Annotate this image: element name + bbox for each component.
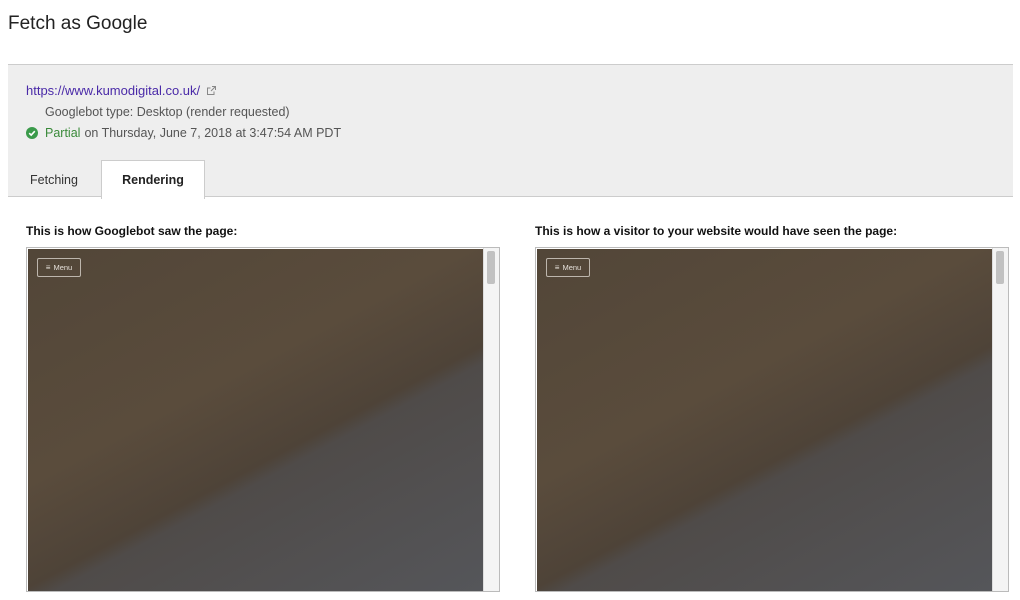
fetched-url-link[interactable]: https://www.kumodigital.co.uk/ [26,83,200,98]
url-row: https://www.kumodigital.co.uk/ [26,83,217,98]
scroll-thumb[interactable] [996,251,1004,284]
fetch-status-row: Partial on Thursday, June 7, 2018 at 3:4… [26,126,341,140]
menu-button[interactable]: ≡ Menu [37,258,81,277]
rendered-page-image: ≡ Menu [28,249,484,591]
googlebot-render-frame[interactable]: ≡ Menu [26,247,500,592]
menu-label: Menu [562,263,582,272]
check-circle-icon [26,127,38,139]
tab-fetching[interactable]: Fetching [8,161,100,198]
scrollbar[interactable] [483,248,499,591]
visitor-render-caption: This is how a visitor to your website wo… [535,224,897,238]
rendered-page-image: ≡ Menu [537,249,993,591]
external-link-icon[interactable] [206,85,217,96]
hamburger-icon: ≡ [45,263,51,272]
render-caption: This is how a visitor to your website wo… [535,224,898,238]
tab-label: Rendering [122,173,184,187]
render-caption: This is how Googlebot saw the page: [26,224,238,238]
hamburger-icon: ≡ [554,263,560,272]
tab-label: Fetching [30,172,78,187]
googlebot-type: Googlebot type: Desktop (render requeste… [45,105,290,119]
scrollbar[interactable] [992,248,1008,591]
status-badge: Partial [45,126,81,140]
menu-button[interactable]: ≡ Menu [546,258,590,277]
page-title: Fetch as Google [8,13,148,34]
fetch-info-panel: https://www.kumodigital.co.uk/ Googlebot… [8,64,1013,199]
menu-label: Menu [53,263,73,272]
visitor-render-frame[interactable]: ≡ Menu [535,247,1009,592]
status-detail: on Thursday, June 7, 2018 at 3:47:54 AM … [84,126,342,140]
googlebot-render-caption: This is how Googlebot saw the page: [26,224,237,238]
scroll-thumb[interactable] [487,251,495,284]
tab-rendering[interactable]: Rendering [101,160,205,199]
